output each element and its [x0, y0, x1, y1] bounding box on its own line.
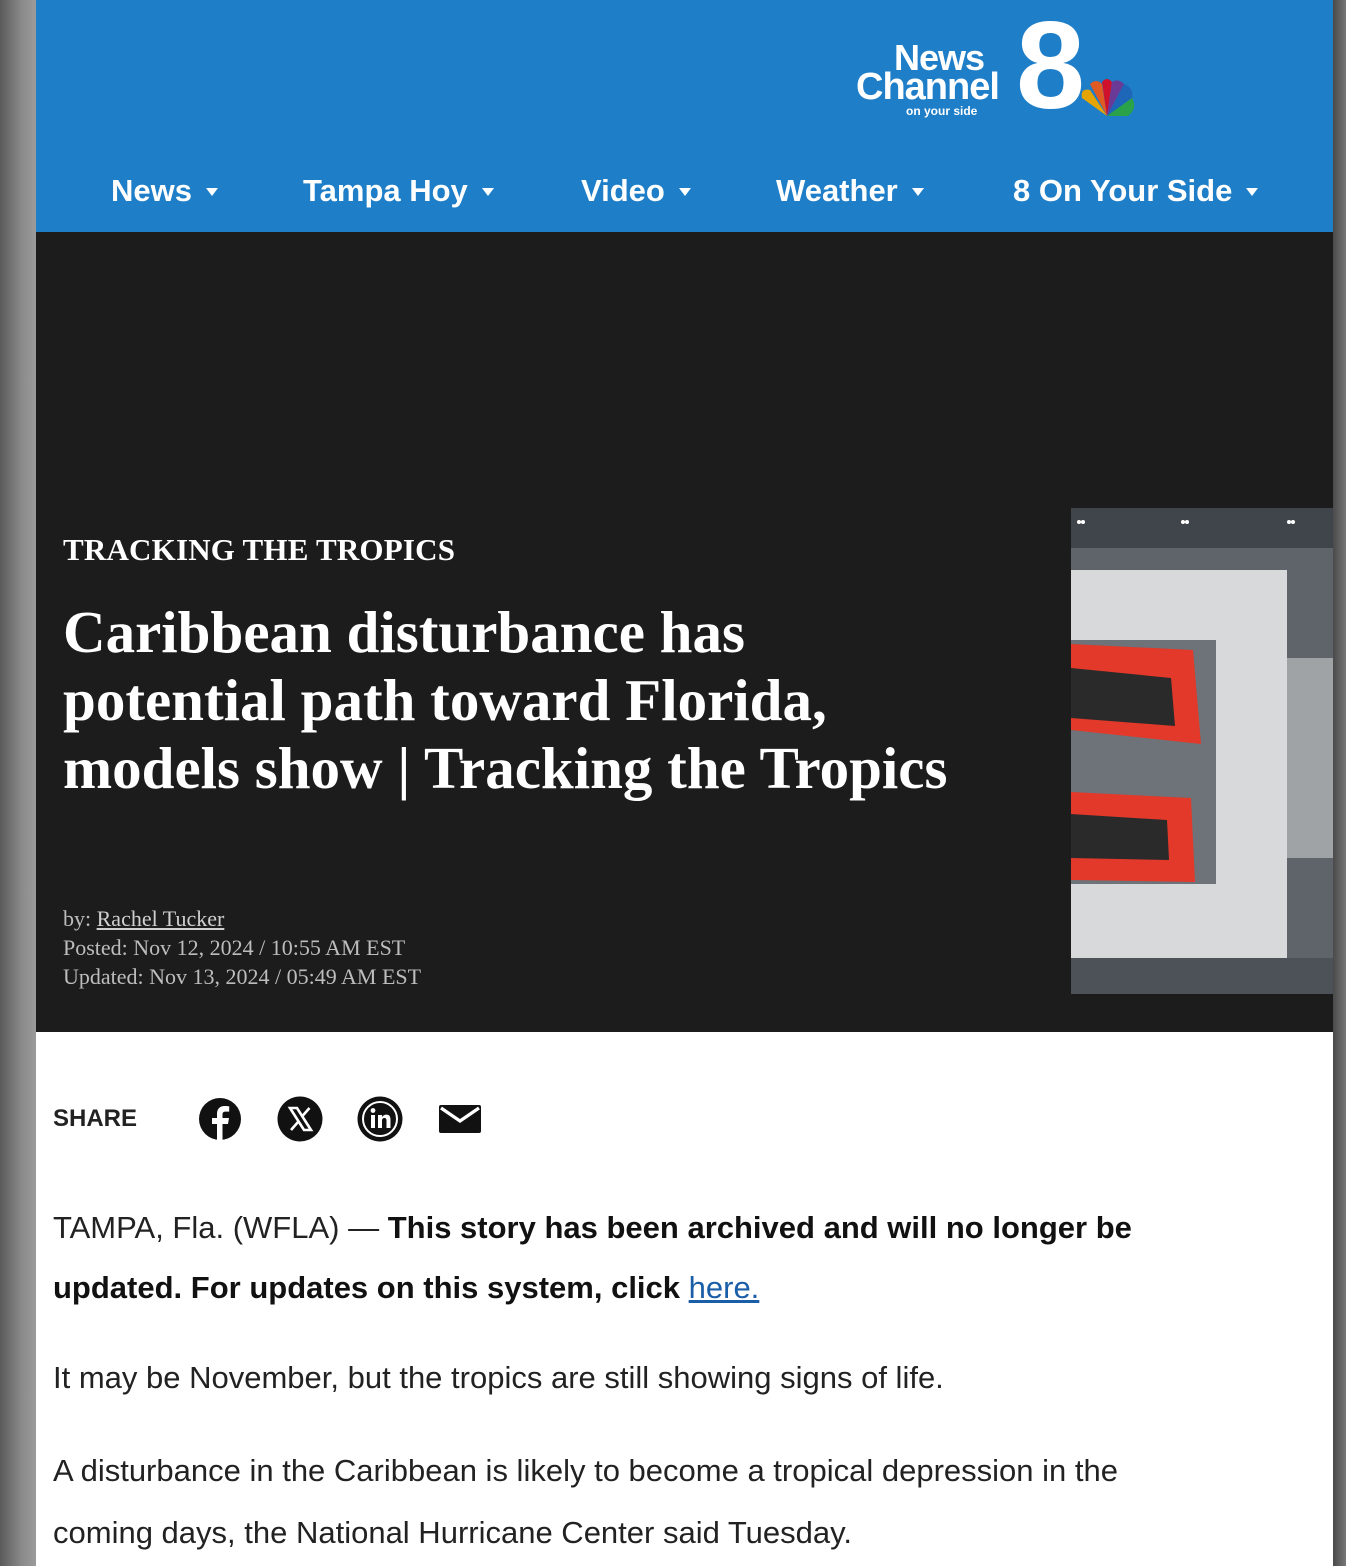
- main-nav: News Tampa Hoy Video Weather 8 On Your S…: [36, 166, 1333, 216]
- chevron-down-icon: [911, 188, 924, 196]
- article-byline: by: Rachel Tucker Posted: Nov 12, 2024 /…: [63, 904, 421, 991]
- chevron-down-icon: [205, 188, 218, 196]
- share-label: SHARE: [53, 1105, 138, 1132]
- nbc-peacock-icon: [1081, 79, 1135, 116]
- body-paragraph: A disturbance in the Caribbean is likely…: [53, 1453, 1118, 1550]
- updates-link[interactable]: here.: [689, 1270, 760, 1305]
- nav-item-label: Video: [581, 173, 665, 208]
- byline-prefix: by:: [63, 906, 97, 931]
- article-page: News Channel on your side 8 News Tampa H…: [36, 0, 1333, 1566]
- window-right-edge: [1333, 0, 1346, 1566]
- chevron-down-icon: [1246, 188, 1259, 196]
- hero-image-graphic: [1071, 508, 1333, 994]
- nav-item-video[interactable]: Video: [581, 166, 691, 216]
- article-headline: Caribbean disturbance has potential path…: [63, 599, 948, 801]
- chevron-down-icon: [678, 188, 691, 196]
- dateline: TAMPA, Fla. (WFLA) —: [53, 1210, 388, 1245]
- author-link[interactable]: Rachel Tucker: [97, 906, 225, 931]
- article-kicker[interactable]: TRACKING THE TROPICS: [63, 532, 455, 568]
- linkedin-icon[interactable]: [357, 1096, 403, 1142]
- site-header: News Channel on your side 8 News Tampa H…: [36, 0, 1333, 232]
- x-icon[interactable]: [277, 1096, 323, 1142]
- body-paragraph: It may be November, but the tropics are …: [53, 1360, 944, 1395]
- posted-timestamp: Posted: Nov 12, 2024 / 10:55 AM EST: [63, 935, 406, 960]
- logo-tagline: on your side: [906, 104, 978, 118]
- nav-item-8-on-your-side[interactable]: 8 On Your Side: [1013, 166, 1259, 216]
- logo-channel-text: Channel: [856, 66, 1000, 108]
- archived-notice-paragraph: TAMPA, Fla. (WFLA) — This story has been…: [53, 1198, 1203, 1318]
- nav-item-label: News: [111, 173, 192, 208]
- logo-eight: 8: [1016, 0, 1085, 135]
- article-hero: TRACKING THE TROPICS Caribbean disturban…: [36, 232, 1333, 1032]
- share-bar: SHARE: [53, 1092, 517, 1146]
- chevron-down-icon: [481, 188, 494, 196]
- nav-item-label: Weather: [776, 173, 898, 208]
- email-icon[interactable]: [437, 1096, 483, 1142]
- nav-item-tampa-hoy[interactable]: Tampa Hoy: [303, 166, 494, 216]
- site-logo[interactable]: News Channel on your side 8: [854, 4, 1144, 128]
- hero-map-image[interactable]: [1071, 508, 1333, 994]
- updated-timestamp: Updated: Nov 13, 2024 / 05:49 AM EST: [63, 964, 422, 989]
- nav-item-label: Tampa Hoy: [303, 173, 468, 208]
- nav-item-news[interactable]: News: [111, 166, 218, 216]
- nav-item-label: 8 On Your Side: [1013, 173, 1233, 208]
- facebook-icon[interactable]: [197, 1096, 243, 1142]
- nav-item-weather[interactable]: Weather: [776, 166, 924, 216]
- window-left-edge: [0, 0, 36, 1566]
